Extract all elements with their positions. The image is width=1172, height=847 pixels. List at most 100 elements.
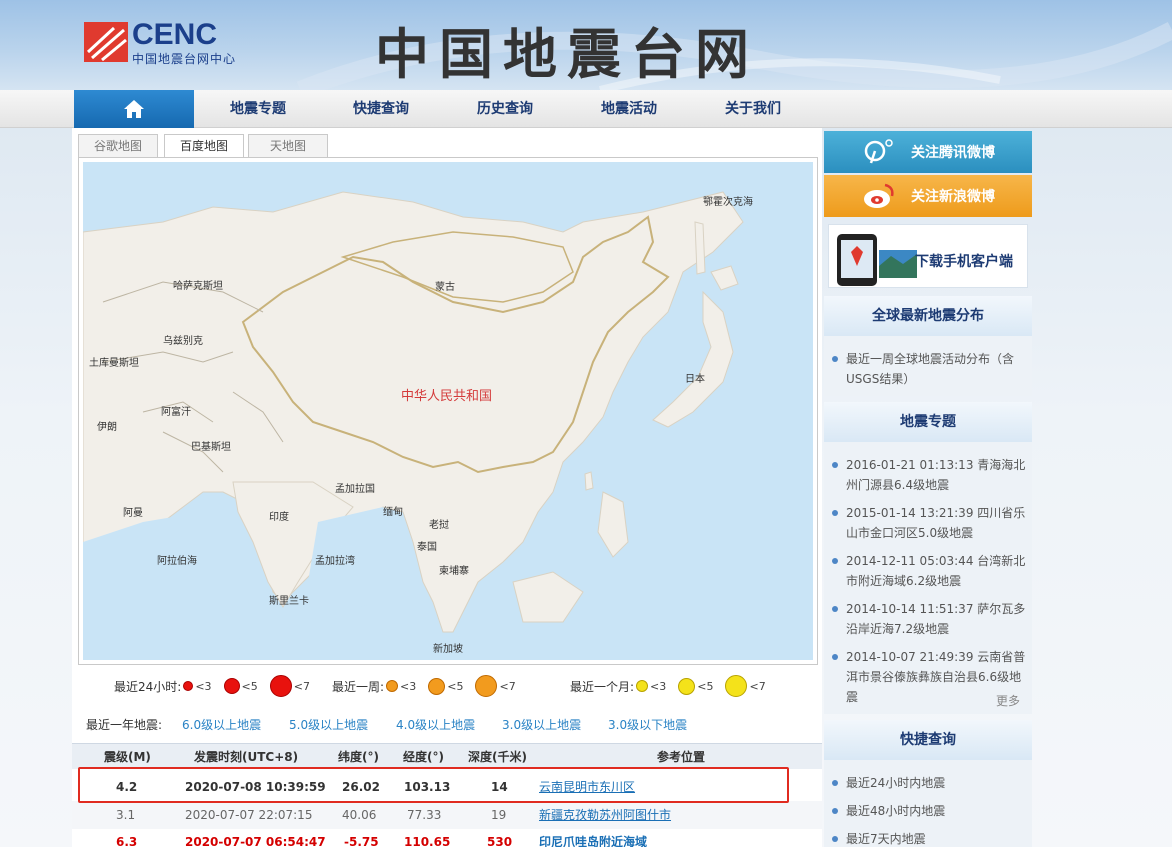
map-label-japan: 日本 <box>685 372 705 385</box>
legend-week-m3: <3 <box>400 679 417 693</box>
sina-weibo-button[interactable]: 关注新浪微博 <box>824 175 1032 217</box>
phone-app-icon <box>837 234 917 286</box>
legend-24h-large-dot <box>269 675 292 697</box>
map-label-laos: 老挝 <box>429 518 449 531</box>
map-canvas[interactable]: 鄂霍次克海 哈萨克斯坦 蒙古 乌兹别克 土库曼斯坦 中华人民共和国 日本 阿富汗… <box>83 162 813 660</box>
sidebar-item-topic[interactable]: 2016-01-21 01:13:13 青海海北州门源县6.4级地震 <box>832 455 1028 495</box>
map-label-mongolia: 蒙古 <box>435 280 455 293</box>
map-label-iran: 伊朗 <box>97 421 117 433</box>
sina-weibo-icon <box>864 183 894 208</box>
row-magnitude: 6.3 <box>116 835 138 847</box>
map-label-afghanistan: 阿富汗 <box>161 405 191 418</box>
map-label-bangladesh: 孟加拉国 <box>335 482 375 495</box>
nav-item-about[interactable]: 关于我们 <box>698 90 808 128</box>
quick-query-heading[interactable]: 快捷查询 <box>824 720 1032 760</box>
row-longitude: 110.65 <box>404 835 451 847</box>
link-m3-plus[interactable]: 3.0级以上地震 <box>502 716 581 733</box>
link-m6-plus[interactable]: 6.0级以上地震 <box>182 716 261 733</box>
topics-heading[interactable]: 地震专题 <box>824 402 1032 442</box>
tab-tianditu-map[interactable]: 天地图 <box>248 134 328 158</box>
row-depth: 530 <box>487 835 513 847</box>
legend-month-medium-dot <box>678 677 696 695</box>
map-label-uzbekistan: 乌兹别克 <box>163 334 203 347</box>
legend-month-m3: <3 <box>650 679 667 693</box>
row-longitude: 77.33 <box>407 808 442 822</box>
tab-baidu-map[interactable]: 百度地图 <box>164 134 244 159</box>
bullet-icon <box>832 606 838 612</box>
bullet-icon <box>832 780 838 786</box>
topics-more-link[interactable]: 更多 <box>996 692 1020 709</box>
legend-month-m5: <5 <box>697 679 714 693</box>
cenc-logo[interactable]: CENC 中国地震台网中心 <box>84 18 254 68</box>
logo-text: CENC <box>132 18 218 51</box>
tencent-weibo-icon <box>864 139 893 164</box>
sidebar-item-topic[interactable]: 2014-10-14 11:51:37 萨尔瓦多沿岸近海7.2级地震 <box>832 599 1028 639</box>
legend-week-m7: <7 <box>499 679 516 693</box>
map-label-myanmar: 缅甸 <box>383 505 403 518</box>
legend-24h-m3: <3 <box>195 679 212 693</box>
bullet-icon <box>832 808 838 814</box>
row-magnitude: 3.1 <box>116 808 136 822</box>
link-m5-plus[interactable]: 5.0级以上地震 <box>289 716 368 733</box>
row-latitude: -5.75 <box>344 835 379 847</box>
year-quakes-label: 最近一年地震: <box>86 718 163 732</box>
map-label-pakistan: 巴基斯坦 <box>191 440 231 453</box>
table-row[interactable]: 3.1 2020-07-07 22:07:15 40.06 77.33 19 新… <box>72 801 822 829</box>
tencent-weibo-button[interactable]: 关注腾讯微博 <box>824 131 1032 173</box>
highlight-box <box>78 767 789 803</box>
nav-item-history[interactable]: 历史查询 <box>450 90 560 128</box>
site-header: CENC 中国地震台网中心 中国地震台网 <box>0 0 1172 90</box>
map-label-thailand: 泰国 <box>417 540 437 553</box>
map-label-turkmenistan: 土库曼斯坦 <box>89 356 139 369</box>
sidebar-item-topic[interactable]: 2014-12-11 05:03:44 台湾新北市附近海域6.2级地震 <box>832 551 1028 591</box>
site-title: 中国地震台网 <box>375 22 759 86</box>
map-label-oman: 阿曼 <box>123 507 143 519</box>
bullet-icon <box>832 654 838 660</box>
legend-week-medium-dot <box>428 677 446 695</box>
legend-week-small-dot <box>386 680 399 692</box>
row-location-link[interactable]: 新疆克孜勒苏州阿图什市 <box>539 801 671 829</box>
row-location-link[interactable]: 印尼爪哇岛附近海域 <box>539 828 647 847</box>
nav-item-activity[interactable]: 地震活动 <box>574 90 684 128</box>
nav-item-topics[interactable]: 地震专题 <box>203 90 313 128</box>
nav-home-button[interactable] <box>74 90 194 128</box>
link-m3-below[interactable]: 3.0级以下地震 <box>608 716 687 733</box>
map-label-sri-lanka: 斯里兰卡 <box>269 594 309 607</box>
bullet-icon <box>832 836 838 842</box>
legend-week-large-dot <box>475 675 498 697</box>
quake-table-header: 震级(M) 发震时刻(UTC+8) 纬度(°) 经度(°) 深度(千米) 参考位… <box>72 743 822 769</box>
legend-month-label: 最近一个月: <box>570 679 635 694</box>
logo-subtitle: 中国地震台网中心 <box>132 52 237 66</box>
legend-week-m5: <5 <box>447 679 464 693</box>
global-quakes-heading[interactable]: 全球最新地震分布 <box>824 296 1032 336</box>
legend-24h-m7: <7 <box>293 679 310 693</box>
map-label-bay-of-bengal: 孟加拉湾 <box>315 554 355 567</box>
app-download-banner[interactable]: 下载手机客户端 <box>828 224 1028 288</box>
map-view[interactable]: 鄂霍次克海 哈萨克斯坦 蒙古 乌兹别克 土库曼斯坦 中华人民共和国 日本 阿富汗… <box>78 157 818 665</box>
bullet-icon <box>832 356 838 362</box>
sidebar-item-last-24h[interactable]: 最近24小时内地震 <box>832 773 1028 793</box>
sidebar-item-global-week[interactable]: 最近一周全球地震活动分布（含USGS结果） <box>832 349 1028 389</box>
map-label-china: 中华人民共和国 <box>401 389 492 404</box>
sina-weibo-label: 关注新浪微博 <box>911 189 995 205</box>
map-label-cambodia: 柬埔寨 <box>439 564 469 577</box>
sidebar-item-topic[interactable]: 2015-01-14 13:21:39 四川省乐山市金口河区5.0级地震 <box>832 503 1028 543</box>
map-label-kazakhstan: 哈萨克斯坦 <box>173 279 223 292</box>
map-land-taiwan <box>584 471 594 491</box>
map-label-arabian-sea: 阿拉伯海 <box>157 554 197 567</box>
table-row[interactable]: 6.3 2020-07-07 06:54:47 -5.75 110.65 530… <box>72 828 822 847</box>
bullet-icon <box>832 510 838 516</box>
legend-month-large-dot <box>725 675 748 697</box>
legend-month: 最近一个月: <3 <5 <7 <box>570 668 766 704</box>
row-time: 2020-07-07 22:07:15 <box>185 808 313 822</box>
nav-item-quick-query[interactable]: 快捷查询 <box>326 90 436 128</box>
sidebar-item-last-7d[interactable]: 最近7天内地震 <box>832 829 1028 847</box>
tencent-weibo-label: 关注腾讯微博 <box>911 145 995 161</box>
legend-24h-m5: <5 <box>241 679 258 693</box>
sidebar-item-last-48h[interactable]: 最近48小时内地震 <box>832 801 1028 821</box>
tab-google-map[interactable]: 谷歌地图 <box>78 134 158 158</box>
magnitude-legend: 最近24小时: <3 <5 <7 最近一周: <3 <5 <7 最近一个月: <… <box>78 668 818 704</box>
legend-week-label: 最近一周: <box>332 679 385 694</box>
link-m4-plus[interactable]: 4.0级以上地震 <box>396 716 475 733</box>
legend-24h-label: 最近24小时: <box>114 679 182 694</box>
